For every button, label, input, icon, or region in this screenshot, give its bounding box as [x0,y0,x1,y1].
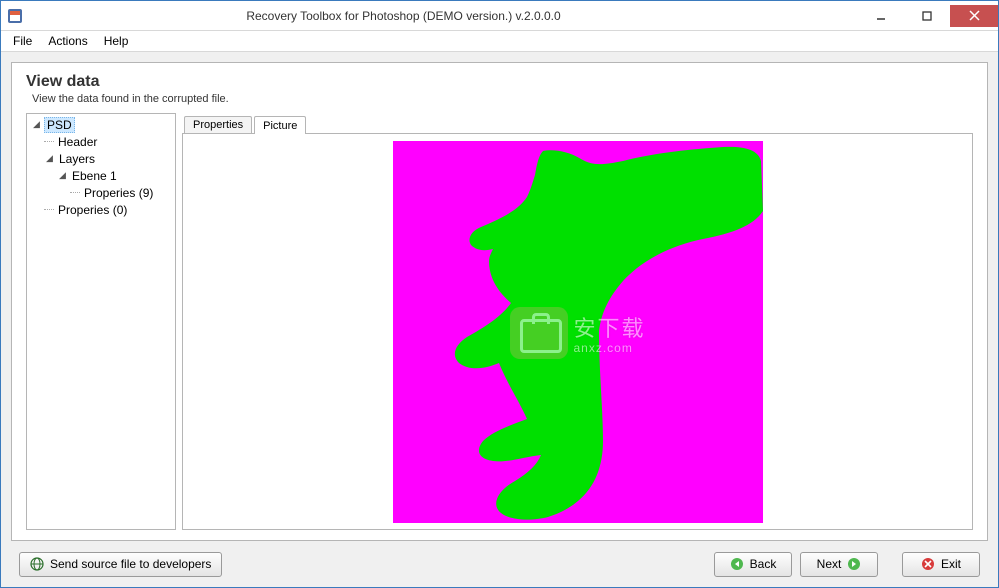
exit-label: Exit [941,557,961,571]
tree-node-header[interactable]: Header [56,135,99,149]
tab-properties[interactable]: Properties [184,116,252,133]
page-title: View data [26,73,973,91]
app-window: Recovery Toolbox for Photoshop (DEMO ver… [0,0,999,588]
titlebar: Recovery Toolbox for Photoshop (DEMO ver… [1,1,998,31]
send-source-button[interactable]: Send source file to developers [19,552,222,577]
window-controls [858,5,998,27]
tree-node-layers[interactable]: Layers [57,152,97,166]
watermark-bag-icon [509,307,567,359]
watermark: 安下载 anxz.com [509,307,645,359]
window-title: Recovery Toolbox for Photoshop (DEMO ver… [0,9,858,23]
tab-strip: Properties Picture [182,113,973,133]
watermark-line2: anxz.com [573,341,645,355]
tree-expand-icon[interactable]: ◢ [44,153,55,164]
back-button[interactable]: Back [714,552,792,577]
menu-actions[interactable]: Actions [40,32,95,50]
back-label: Back [750,557,777,571]
main-panel: View data View the data found in the cor… [11,62,988,541]
next-label: Next [817,557,842,571]
close-button[interactable] [950,5,998,27]
minimize-button[interactable] [858,5,904,27]
tree-node-properies-9[interactable]: Properies (9) [82,186,155,200]
watermark-text: 安下载 anxz.com [573,311,645,355]
menu-file[interactable]: File [5,32,40,50]
tree-node-ebene1[interactable]: Ebene 1 [70,169,119,183]
send-source-label: Send source file to developers [50,557,211,571]
client-area: View data View the data found in the cor… [1,52,998,587]
tree-expand-icon[interactable]: ◢ [57,170,68,181]
tree-node-properies-0[interactable]: Properies (0) [56,203,129,217]
tab-picture[interactable]: Picture [254,116,306,134]
close-icon [921,557,935,571]
footer-bar: Send source file to developers Back Next [11,547,988,581]
tree-node-psd[interactable]: PSD [44,117,75,133]
right-pane: Properties Picture 安下载 [182,113,973,530]
split-pane: ◢ PSD Header ◢Layers ◢Ebene 1 [26,113,973,530]
exit-button[interactable]: Exit [902,552,980,577]
menubar: File Actions Help [1,31,998,52]
arrow-right-icon [847,557,861,571]
picture-viewport: 安下载 anxz.com [182,133,973,530]
menu-help[interactable]: Help [96,32,137,50]
next-button[interactable]: Next [800,552,878,577]
page-subtitle: View the data found in the corrupted fil… [32,93,973,105]
watermark-line1: 安下载 [573,311,645,343]
globe-icon [30,557,44,571]
maximize-button[interactable] [904,5,950,27]
arrow-left-icon [730,557,744,571]
tree-view[interactable]: ◢ PSD Header ◢Layers ◢Ebene 1 [26,113,176,530]
preview-image: 安下载 anxz.com [393,141,763,523]
tree-expand-icon[interactable]: ◢ [31,119,42,130]
